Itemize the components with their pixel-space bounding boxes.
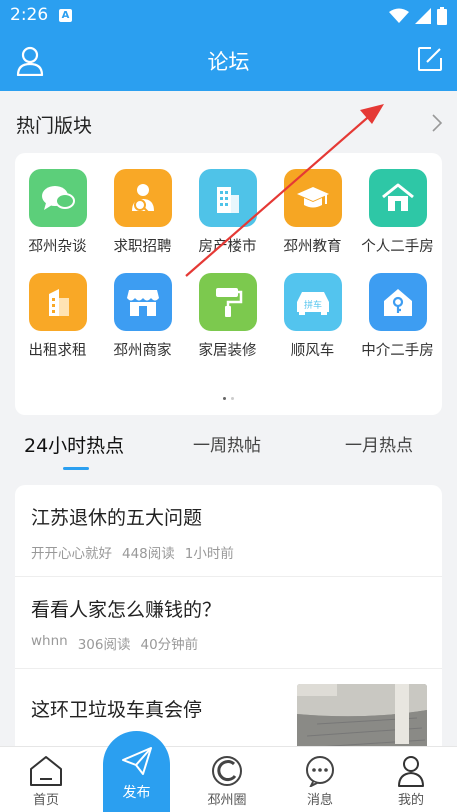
hot-boards-title: 热门版块 (16, 115, 93, 137)
board-item[interactable]: 个人二手房 (355, 169, 440, 256)
post-meta: whnn 306阅读 40分钟前 (31, 633, 198, 653)
board-label: 邳州商家 (113, 343, 172, 359)
board-item[interactable]: 中介二手房 (355, 273, 440, 360)
storefront-icon (113, 273, 172, 331)
post-title: 看看人家怎么赚钱的？ (31, 599, 222, 621)
graduation-cap-icon (283, 169, 342, 227)
app-bar: 论坛 (0, 32, 457, 91)
post-author: whnn (31, 633, 68, 649)
person-icon (398, 756, 424, 787)
nav-home[interactable]: 首页 (16, 755, 76, 808)
notification-badge: A (59, 9, 72, 22)
board-label: 邳州杂谈 (28, 239, 87, 255)
status-icons (389, 7, 447, 25)
board-item[interactable]: 房产楼市 (185, 169, 270, 256)
signal-icon (415, 8, 431, 24)
chevron-right-icon[interactable] (431, 113, 443, 137)
wifi-icon (389, 8, 409, 23)
board-item[interactable]: 邳州杂谈 (15, 169, 100, 256)
board-item[interactable]: 家居装修 (185, 273, 270, 360)
list-item[interactable]: 江苏退休的五大问题 开开心心就好 448阅读 1小时前 (15, 485, 442, 577)
board-label: 房产楼市 (198, 239, 257, 255)
board-label: 出租求租 (28, 343, 87, 359)
post-author: 开开心心就好 (31, 546, 112, 562)
board-label: 中介二手房 (361, 343, 434, 359)
board-item[interactable]: 邳州商家 (100, 273, 185, 360)
battery-icon (437, 7, 447, 25)
building-icon (198, 169, 257, 227)
hot-tabs: 24小时热点 一周热帖 一月热点 (0, 415, 457, 473)
chat-bubbles-icon (28, 169, 87, 227)
paper-plane-icon (121, 747, 152, 775)
nav-circle[interactable]: 邳州圈 (197, 755, 257, 808)
publish-label: 发布 (122, 785, 151, 801)
post-thumbnail (297, 684, 427, 755)
board-item[interactable]: 拼车 顺风车 (270, 273, 355, 360)
page-indicator (15, 397, 442, 400)
tab-week[interactable]: 一周热帖 (193, 431, 261, 456)
circle-icon (212, 756, 242, 786)
car-icon: 拼车 (283, 273, 342, 331)
tab-indicator (63, 467, 89, 470)
nav-circle-label: 邳州圈 (207, 793, 247, 808)
nav-mine-label: 我的 (397, 793, 424, 808)
paint-roller-icon (198, 273, 257, 331)
compose-icon[interactable] (417, 46, 443, 76)
post-list: 江苏退休的五大问题 开开心心就好 448阅读 1小时前 看看人家怎么赚钱的？ w… (15, 485, 442, 755)
board-label: 邳州教育 (283, 239, 342, 255)
post-meta: 开开心心就好 448阅读 1小时前 (31, 542, 234, 562)
board-item[interactable]: 求职招聘 (100, 169, 185, 256)
bottom-nav: 首页 邳州圈 消息 我的 (0, 746, 457, 812)
post-time: 1小时前 (184, 546, 234, 562)
board-item[interactable]: 邳州教育 (270, 169, 355, 256)
publish-button[interactable]: 发布 (103, 731, 170, 812)
page-dot-active (223, 397, 226, 400)
home-icon (30, 756, 62, 786)
list-item[interactable]: 看看人家怎么赚钱的？ whnn 306阅读 40分钟前 (15, 577, 442, 669)
nav-messages[interactable]: 消息 (290, 755, 350, 808)
status-time: 2:26 (10, 5, 49, 25)
post-views: 306阅读 (77, 637, 131, 653)
board-item[interactable]: 出租求租 (15, 273, 100, 360)
status-bar: 2:26 A (0, 0, 457, 32)
house-icon (368, 169, 427, 227)
tab-month[interactable]: 一月热点 (345, 431, 413, 456)
nav-home-label: 首页 (32, 793, 59, 808)
board-label: 家居装修 (198, 343, 257, 359)
nav-messages-label: 消息 (306, 793, 333, 808)
hot-boards-grid: 邳州杂谈 求职招聘 房产楼市 邳州教育 个人二手房 出租求租 邳州商家 家居装修… (15, 169, 442, 360)
hot-boards-card: 邳州杂谈 求职招聘 房产楼市 邳州教育 个人二手房 出租求租 邳州商家 家居装修… (15, 153, 442, 415)
post-views: 448阅读 (122, 546, 175, 562)
board-label: 求职招聘 (113, 239, 172, 255)
tab-24h[interactable]: 24小时热点 (24, 431, 124, 458)
office-building-icon (28, 273, 87, 331)
post-title: 这环卫垃圾车真会停 (31, 699, 203, 721)
car-icon-text: 拼车 (303, 299, 321, 311)
board-label: 顺风车 (290, 343, 335, 359)
page-dot (231, 397, 234, 400)
house-key-icon (368, 273, 427, 331)
page-title: 论坛 (207, 50, 250, 74)
board-label: 个人二手房 (361, 239, 434, 255)
post-title: 江苏退休的五大问题 (31, 507, 203, 529)
chat-icon (306, 756, 334, 787)
nav-mine[interactable]: 我的 (381, 755, 441, 808)
hot-boards-header[interactable]: 热门版块 (0, 91, 457, 153)
post-time: 40分钟前 (140, 637, 199, 653)
job-search-icon (113, 169, 172, 227)
